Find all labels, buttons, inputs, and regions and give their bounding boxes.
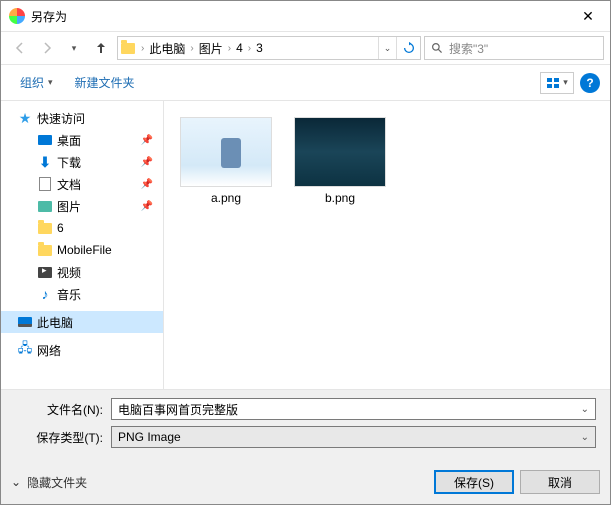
save-fields: 文件名(N): 电脑百事网首页完整版 ⌄ 保存类型(T): PNG Image … — [1, 389, 610, 462]
up-button[interactable] — [88, 36, 114, 60]
chevron-right-icon: › — [225, 43, 234, 54]
folder-icon — [118, 43, 138, 54]
sidebar-item-label: 音乐 — [57, 286, 81, 303]
pin-icon: 📌 — [141, 157, 153, 168]
sidebar-item-label: 视频 — [57, 264, 81, 281]
filename-input[interactable]: 电脑百事网首页完整版 ⌄ — [111, 398, 596, 420]
hide-folders-button[interactable]: ⌄ 隐藏文件夹 — [11, 474, 87, 491]
navbar: ▾ › 此电脑 › 图片 › 4 › 3 ⌄ 搜索"3" — [1, 31, 610, 65]
chevron-right-icon: › — [138, 43, 147, 54]
breadcrumb-3[interactable]: 3 — [254, 41, 265, 55]
folder-icon — [37, 220, 53, 236]
file-name: b.png — [325, 191, 355, 205]
breadcrumb-thispc[interactable]: 此电脑 — [147, 40, 187, 57]
sidebar-item-thispc[interactable]: 此电脑 — [1, 311, 163, 333]
close-icon: ✕ — [582, 8, 594, 25]
filetype-value: PNG Image — [118, 430, 181, 444]
pin-icon: 📌 — [141, 135, 153, 146]
newfolder-button[interactable]: 新建文件夹 — [66, 70, 144, 95]
footer: ⌄ 隐藏文件夹 保存(S) 取消 — [1, 462, 610, 504]
filename-label: 文件名(N): — [11, 401, 111, 418]
app-icon — [9, 8, 25, 24]
titlebar: 另存为 ✕ — [1, 1, 610, 31]
view-button[interactable]: ▾ — [540, 72, 574, 94]
sidebar-item-mobilefile[interactable]: MobileFile — [1, 239, 163, 261]
sidebar-item-downloads[interactable]: ⬇下载 📌 — [1, 151, 163, 173]
chevron-right-icon: › — [187, 43, 196, 54]
hide-folders-label: 隐藏文件夹 — [27, 474, 87, 491]
sidebar-item-label: 网络 — [37, 342, 61, 359]
filetype-select[interactable]: PNG Image ⌄ — [111, 426, 596, 448]
cancel-button[interactable]: 取消 — [520, 470, 600, 494]
sidebar-item-music[interactable]: ♪音乐 — [1, 283, 163, 305]
sidebar-item-label: 图片 — [57, 198, 81, 215]
star-icon: ★ — [17, 110, 33, 126]
breadcrumb-dropdown[interactable]: ⌄ — [378, 37, 396, 59]
file-list[interactable]: a.png b.png — [164, 101, 610, 389]
pin-icon: 📌 — [141, 201, 153, 212]
sidebar-item-quick[interactable]: ★快速访问 — [1, 107, 163, 129]
picture-icon — [37, 198, 53, 214]
file-name: a.png — [211, 191, 241, 205]
file-thumbnail — [180, 117, 272, 187]
breadcrumb-4[interactable]: 4 — [234, 41, 245, 55]
window-title: 另存为 — [31, 8, 67, 25]
filetype-label: 保存类型(T): — [11, 429, 111, 446]
file-thumbnail — [294, 117, 386, 187]
back-button — [7, 36, 33, 60]
sidebar-item-label: 文档 — [57, 176, 81, 193]
sidebar-item-videos[interactable]: 视频 — [1, 261, 163, 283]
sidebar-item-pictures[interactable]: 图片 📌 — [1, 195, 163, 217]
folder-icon — [37, 242, 53, 258]
music-icon: ♪ — [37, 286, 53, 302]
forward-button — [34, 36, 60, 60]
chevron-down-icon: ⌄ — [581, 404, 589, 415]
sidebar-item-label: 此电脑 — [37, 314, 73, 331]
video-icon — [37, 264, 53, 280]
file-item[interactable]: b.png — [292, 115, 388, 207]
sidebar: ★快速访问 桌面 📌 ⬇下载 📌 文档 📌 图片 📌 6 MobileFile 视频 ♪… — [1, 101, 164, 389]
file-item[interactable]: a.png — [178, 115, 274, 207]
network-icon: 🖧 — [17, 342, 33, 358]
search-placeholder: 搜索"3" — [449, 40, 488, 57]
sidebar-item-6[interactable]: 6 — [1, 217, 163, 239]
filename-value: 电脑百事网首页完整版 — [118, 401, 238, 418]
close-button[interactable]: ✕ — [566, 1, 610, 31]
pin-icon: 📌 — [141, 179, 153, 190]
toolbar: 组织▾ 新建文件夹 ▾ ? — [1, 65, 610, 101]
sidebar-item-label: 下载 — [57, 154, 81, 171]
pc-icon — [17, 314, 33, 330]
breadcrumb-pictures[interactable]: 图片 — [197, 40, 225, 57]
sidebar-item-desktop[interactable]: 桌面 📌 — [1, 129, 163, 151]
refresh-button[interactable] — [396, 37, 420, 59]
sidebar-item-label: 快速访问 — [37, 110, 85, 127]
desktop-icon — [37, 132, 53, 148]
search-input[interactable]: 搜索"3" — [424, 36, 604, 60]
history-dropdown[interactable]: ▾ — [61, 36, 87, 60]
help-button[interactable]: ? — [580, 73, 600, 93]
document-icon — [37, 176, 53, 192]
sidebar-item-label: 桌面 — [57, 132, 81, 149]
organize-button[interactable]: 组织▾ — [11, 70, 62, 95]
chevron-down-icon: ⌄ — [581, 432, 589, 443]
sidebar-item-label: MobileFile — [57, 243, 112, 257]
sidebar-item-network[interactable]: 🖧网络 — [1, 339, 163, 361]
breadcrumb[interactable]: › 此电脑 › 图片 › 4 › 3 ⌄ — [117, 36, 421, 60]
chevron-right-icon: › — [245, 43, 254, 54]
sidebar-item-documents[interactable]: 文档 📌 — [1, 173, 163, 195]
chevron-down-icon: ⌄ — [11, 475, 21, 489]
download-icon: ⬇ — [37, 154, 53, 170]
sidebar-item-label: 6 — [57, 221, 64, 235]
save-button[interactable]: 保存(S) — [434, 470, 514, 494]
search-icon — [425, 42, 449, 55]
